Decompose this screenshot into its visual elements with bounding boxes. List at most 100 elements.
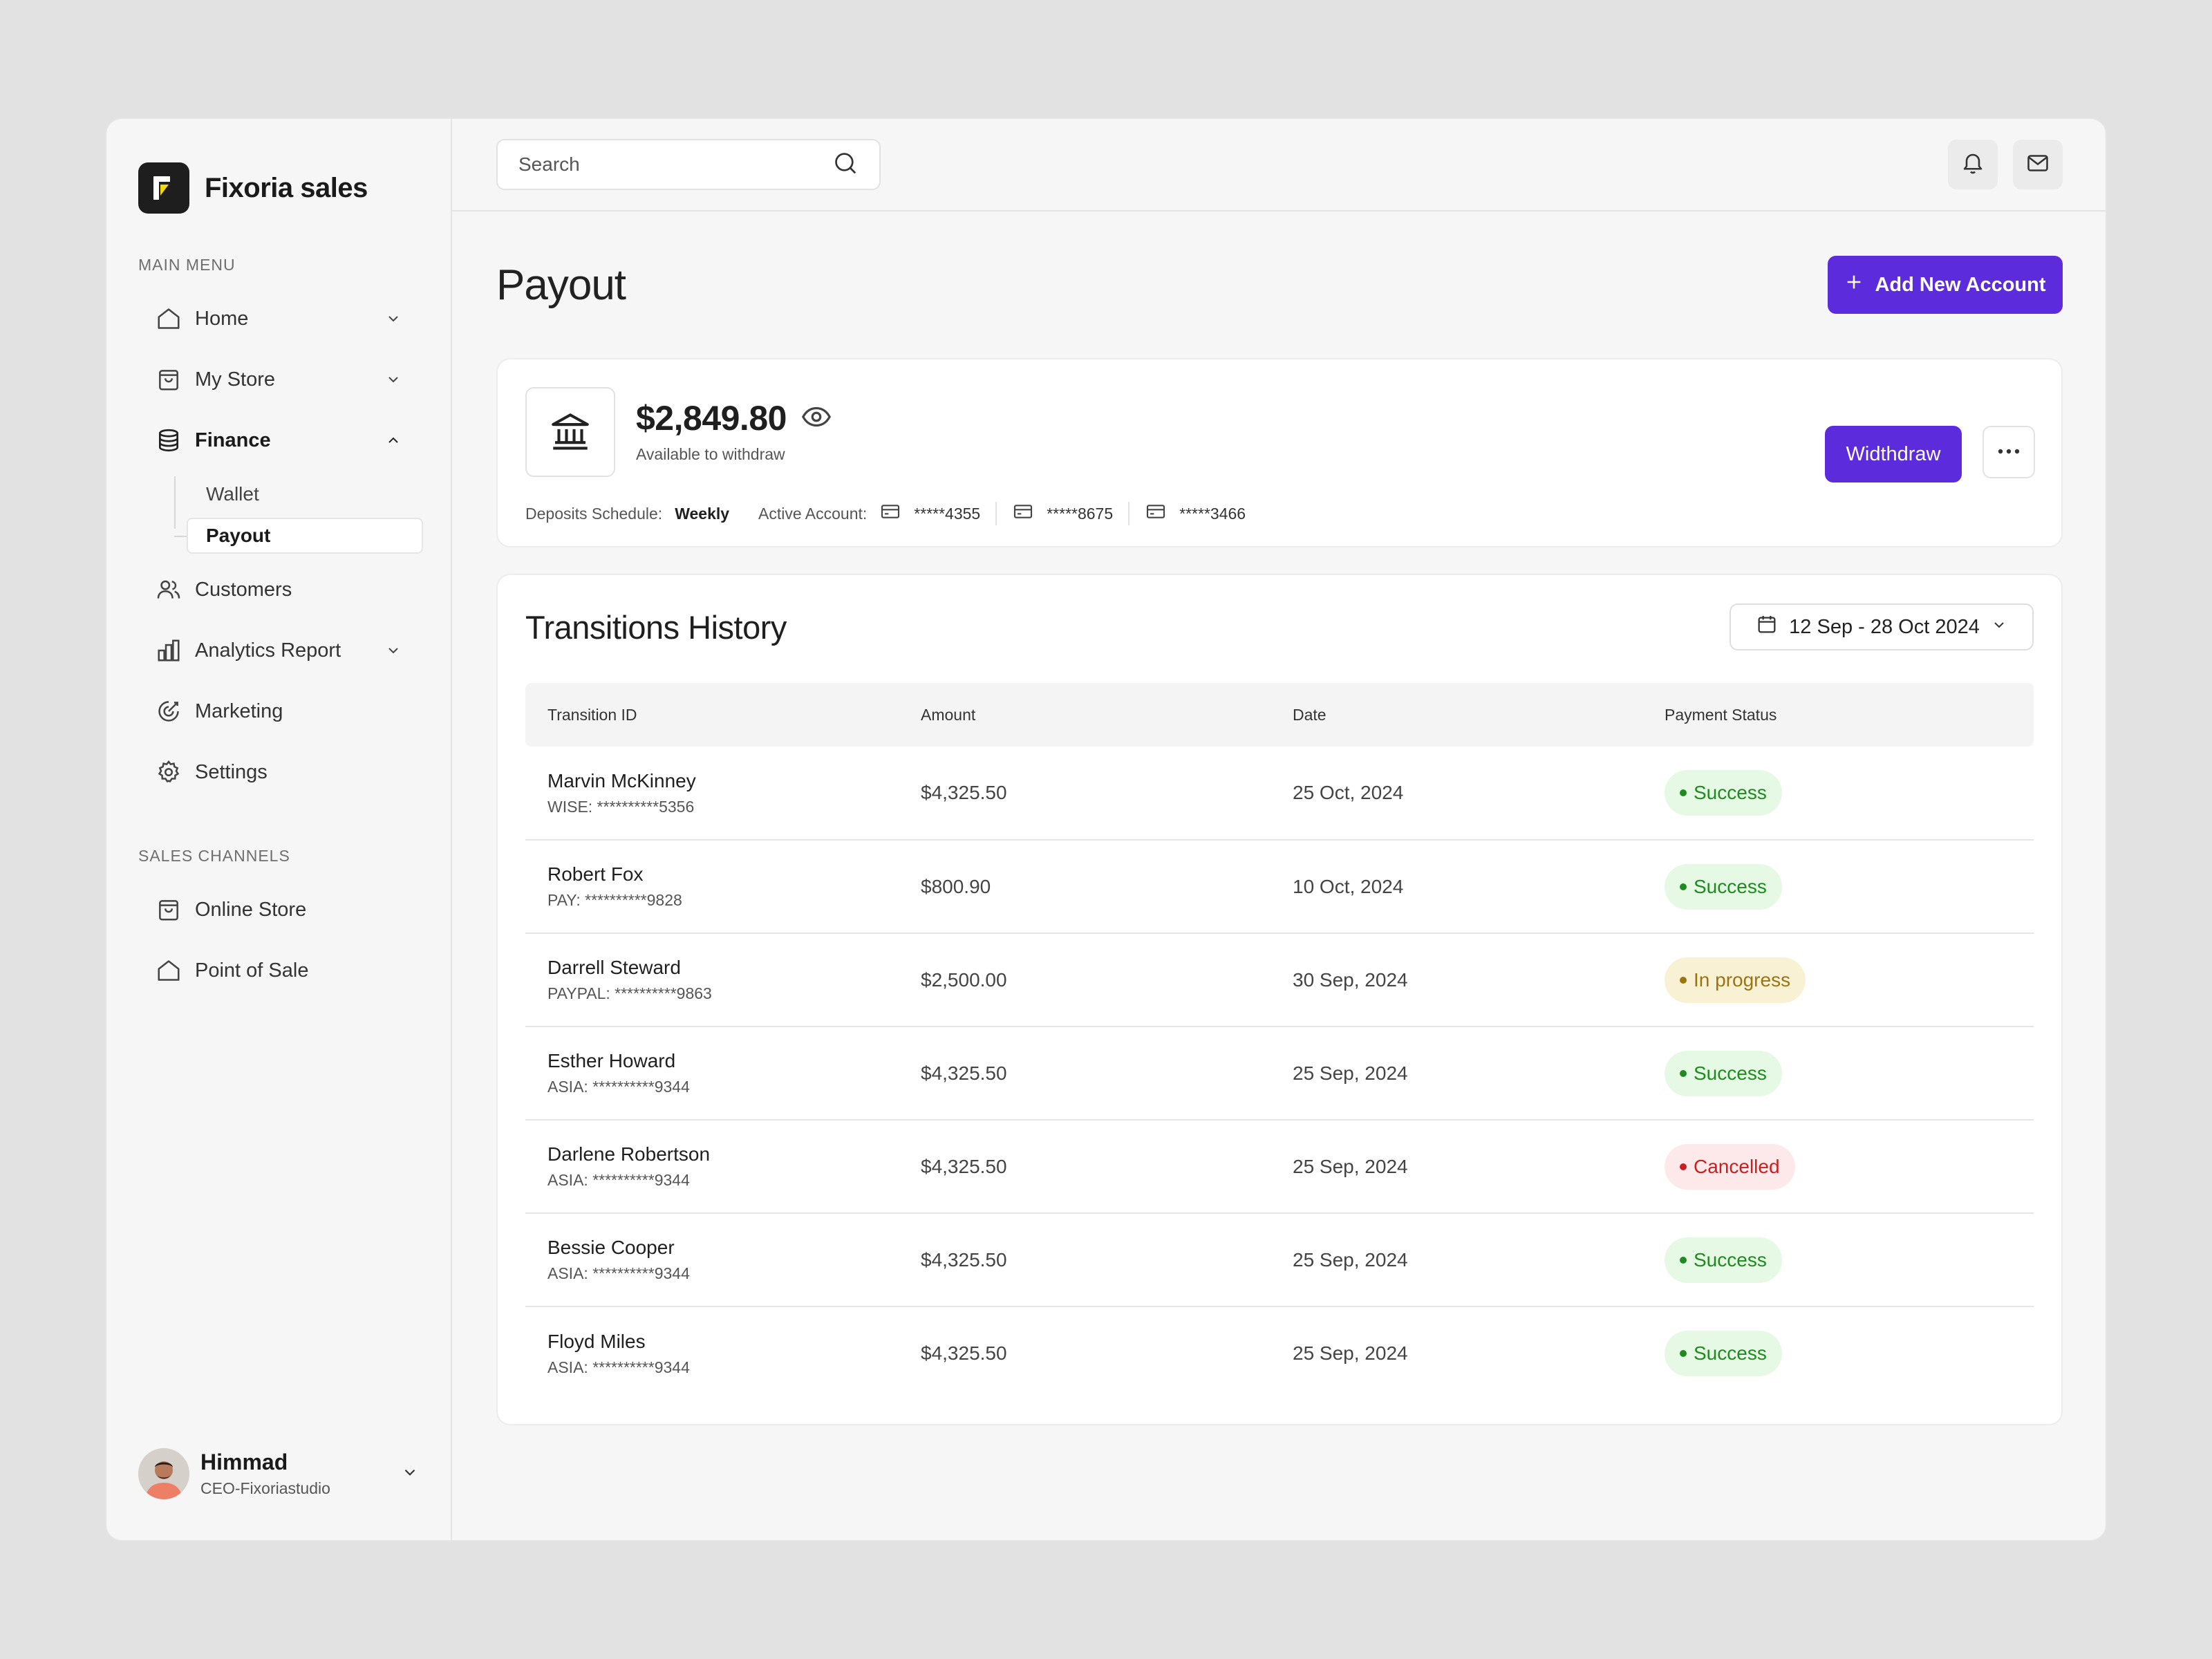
withdraw-button[interactable]: Widthdraw (1825, 426, 1962, 482)
users-icon (155, 576, 182, 603)
top-actions (1948, 140, 2063, 189)
column-header-date[interactable]: Date (1271, 683, 1642, 747)
calendar-icon (1756, 613, 1778, 641)
sidebar-subitem-payout[interactable]: Payout (174, 518, 423, 554)
cell-transition-id: Darrell Steward PAYPAL: **********9863 (525, 933, 899, 1027)
status-badge: Success (1665, 770, 1782, 816)
status-dot (1680, 1256, 1687, 1264)
messages-button[interactable] (2013, 140, 2063, 189)
status-dot (1680, 1069, 1687, 1077)
column-header-payment-status[interactable]: Payment Status (1642, 683, 2034, 747)
chevron-up-icon (384, 431, 402, 449)
home-icon (155, 305, 182, 332)
sidebar-item-point-of-sale[interactable]: Point of Sale (138, 940, 419, 1001)
cell-transition-id: Floyd Miles ASIA: **********9344 (525, 1306, 899, 1400)
sidebar-item-marketing[interactable]: Marketing (138, 681, 419, 742)
active-account-2[interactable]: *****8675 (1012, 500, 1113, 527)
eye-icon[interactable] (800, 401, 832, 436)
table-body: Marvin McKinney WISE: **********5356 $4,32… (525, 747, 2034, 1400)
bank-icon (525, 387, 615, 477)
card-icon (1145, 500, 1167, 527)
chevron-down-icon (1991, 616, 2007, 639)
payee-name: Marvin McKinney (547, 769, 696, 791)
status-label: Success (1694, 1062, 1767, 1084)
payee-account: ASIA: **********9344 (547, 1078, 690, 1096)
cell-amount: $800.90 (921, 875, 991, 897)
brand[interactable]: Fixoria sales (138, 162, 419, 214)
table-row[interactable]: Darrell Steward PAYPAL: **********9863 $2,… (525, 933, 2034, 1027)
sidebar-item-label: Home (195, 307, 249, 330)
accounts-row: Deposits Schedule: Weekly Active Account… (525, 500, 1246, 527)
main-menu-label: MAIN MENU (138, 256, 236, 274)
brand-name: Fixoria sales (205, 172, 368, 203)
sidebar-item-settings[interactable]: Settings (138, 742, 419, 803)
cell-transition-id: Esther Howard ASIA: **********9344 (525, 1027, 899, 1120)
column-header-amount[interactable]: Amount (899, 683, 1271, 747)
cell-payment-status: Success (1642, 1213, 2034, 1306)
sidebar-item-label: My Store (195, 368, 276, 391)
search-box[interactable] (496, 139, 881, 190)
divider (1128, 502, 1130, 525)
cell-transition-id: Marvin McKinney WISE: **********5356 (525, 747, 899, 840)
status-badge: Cancelled (1665, 1143, 1795, 1190)
cell-transition-id: Darlene Robertson ASIA: **********9344 (525, 1120, 899, 1213)
search-input[interactable] (518, 153, 795, 176)
avatar (138, 1448, 189, 1499)
more-options-button[interactable] (1983, 426, 2035, 478)
user-role: CEO-Fixoriastudio (200, 1479, 330, 1497)
cell-date: 25 Sep, 2024 (1293, 1248, 1408, 1271)
add-new-account-button[interactable]: Add New Account (1828, 256, 2063, 314)
table-row[interactable]: Marvin McKinney WISE: **********5356 $4,32… (525, 747, 2034, 840)
mail-icon (2025, 151, 2050, 179)
cell-amount: $2,500.00 (921, 968, 1007, 991)
sidebar-item-analytics-report[interactable]: Analytics Report (138, 620, 419, 681)
table-row[interactable]: Robert Fox PAY: **********9828 $800.90 10 O… (525, 840, 2034, 933)
account-number: *****8675 (1047, 504, 1114, 523)
card-icon (879, 500, 901, 527)
cell-date: 25 Sep, 2024 (1293, 1155, 1408, 1177)
sidebar-subitem-wallet[interactable]: Wallet (196, 476, 419, 512)
cell-amount: $4,325.50 (921, 782, 1007, 803)
cell-payment-status: Cancelled (1642, 1120, 2034, 1213)
available-balance: $2,849.80 (636, 399, 787, 438)
main-content: Payout Add New Account $2,849.80 (452, 119, 2106, 1540)
payout-balance-card: $2,849.80 Available to withdraw Deposits… (496, 358, 2063, 547)
gear-icon (155, 758, 182, 786)
sidebar-item-home[interactable]: Home (138, 288, 419, 349)
cell-amount: $4,325.50 (921, 1062, 1007, 1084)
user-profile[interactable]: Himmad CEO-Fixoriastudio (138, 1446, 419, 1501)
table-row[interactable]: Floyd Miles ASIA: **********9344 $4,325.50… (525, 1306, 2034, 1400)
status-dot (1680, 1350, 1687, 1357)
cell-payment-status: In progress (1642, 933, 2034, 1027)
chevron-down-icon[interactable] (401, 1463, 419, 1485)
search-icon[interactable] (832, 150, 859, 180)
table-row[interactable]: Darlene Robertson ASIA: **********9344 $4,… (525, 1120, 2034, 1213)
date-range-picker[interactable]: 12 Sep - 28 Oct 2024 (1730, 603, 2034, 650)
column-header-transition-id[interactable]: Transition ID (525, 683, 899, 747)
status-label: Success (1694, 1248, 1767, 1271)
table-row[interactable]: Esther Howard ASIA: **********9344 $4,325.… (525, 1027, 2034, 1120)
sidebar-item-finance[interactable]: Finance (138, 410, 419, 471)
active-account-3[interactable]: *****3466 (1145, 500, 1246, 527)
cell-date: 25 Sep, 2024 (1293, 1062, 1408, 1084)
table-row[interactable]: Bessie Cooper ASIA: **********9344 $4,325.… (525, 1213, 2034, 1306)
sidebar-item-customers[interactable]: Customers (138, 559, 419, 620)
active-account-1[interactable]: *****4355 (879, 500, 980, 527)
payee-account: WISE: **********5356 (547, 797, 695, 816)
cell-date: 25 Sep, 2024 (1293, 1342, 1408, 1364)
status-label: Success (1694, 1342, 1767, 1364)
bell-icon (1960, 151, 1985, 179)
sidebar-item-label: Finance (195, 429, 271, 451)
balance-area: $2,849.80 Available to withdraw (636, 398, 832, 464)
payee-account: ASIA: **********9344 (547, 1358, 690, 1376)
deposits-schedule-value: Weekly (675, 504, 730, 523)
status-label: Success (1694, 782, 1767, 803)
sidebar-item-my-store[interactable]: My Store (138, 349, 419, 410)
status-dot (1680, 883, 1687, 890)
status-badge: Success (1665, 1050, 1782, 1096)
notifications-button[interactable] (1948, 140, 1998, 189)
status-badge: In progress (1665, 957, 1806, 1003)
sidebar-item-online-store[interactable]: Online Store (138, 879, 419, 940)
status-label: Cancelled (1694, 1155, 1780, 1177)
card-icon (1012, 500, 1034, 527)
